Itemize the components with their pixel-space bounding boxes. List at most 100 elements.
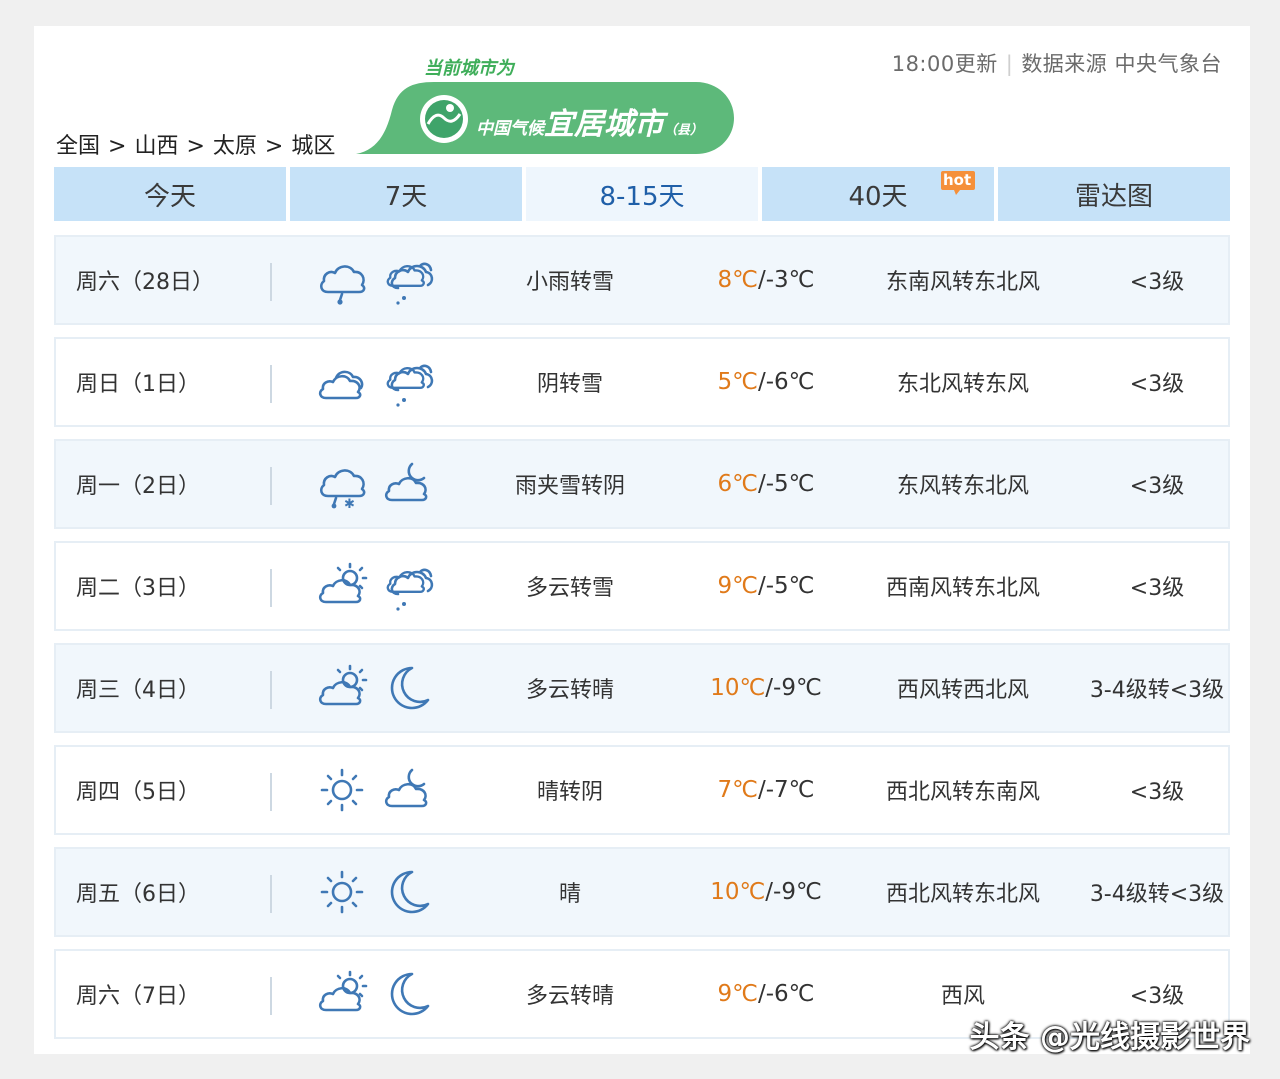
row-divider <box>270 365 272 403</box>
high-temp: 10℃ <box>710 879 766 905</box>
breadcrumb-city[interactable]: 太原 <box>213 134 257 159</box>
high-temp: 7℃ <box>717 777 758 803</box>
low-temp: /-9℃ <box>765 675 822 701</box>
temperature: 6℃/-5℃ <box>676 441 856 527</box>
low-temp: /-5℃ <box>757 573 815 599</box>
overcast-icon <box>318 370 364 400</box>
temperature: 10℃/-9℃ <box>676 645 856 731</box>
row-divider <box>270 773 272 811</box>
tab-8-15-day[interactable]: 8-15天 <box>526 167 758 221</box>
snow-cloud-icon <box>386 364 434 407</box>
low-temp: /-7℃ <box>757 777 815 803</box>
weather-icons <box>316 543 434 629</box>
temperature: 9℃/-6℃ <box>676 951 856 1037</box>
temperature: 10℃/-9℃ <box>676 849 856 935</box>
wind-direction: 西南风转东北风 <box>885 576 1040 601</box>
forecast-row[interactable]: 周日（1日） 阴转雪 5℃/-6℃ 东北风转东风 <3级 <box>54 337 1230 427</box>
rain-cloud-icon <box>319 265 366 305</box>
low-temp: /-6℃ <box>757 981 815 1007</box>
forecast-row[interactable]: 周三（4日） 多云转晴 10℃/-9℃ 西风转西北风 3-4级转<3级 <box>54 643 1230 733</box>
high-temp: 10℃ <box>710 675 766 701</box>
wind-direction: 西风转西北风 <box>896 678 1029 703</box>
forecast-row[interactable]: 周一（2日） ✱ 雨夹雪转阴 6℃/-5℃ 东风转东北风 <3级 <box>54 439 1230 529</box>
wind-direction: 东北风转东风 <box>896 372 1029 397</box>
weather-icons <box>316 237 434 323</box>
weather-icons <box>316 645 434 731</box>
high-temp: 9℃ <box>717 981 758 1007</box>
day-label: 周五（6日） <box>76 882 200 907</box>
weather-description: 多云转晴 <box>525 984 614 1009</box>
low-temp: /-3℃ <box>757 267 815 293</box>
update-info: 18:00更新 | 数据来源 中央气象台 <box>891 52 1222 76</box>
sun-icon <box>320 870 364 914</box>
weather-description: 阴转雪 <box>536 372 603 397</box>
high-temp: 6℃ <box>717 471 758 497</box>
forecast-row[interactable]: 周二（3日） 多云转雪 9℃/-5℃ 西南风转东北风 <3级 <box>54 541 1230 631</box>
high-temp: 8℃ <box>717 267 758 293</box>
weather-description: 多云转晴 <box>525 678 614 703</box>
cloudy-night-icon <box>384 768 428 808</box>
weather-icons <box>316 951 434 1037</box>
forecast-row[interactable]: 周六（28日） 小雨转雪 8℃/-3℃ 东南风转东北风 <3级 <box>54 235 1230 325</box>
update-time: 18:00更新 <box>891 52 998 76</box>
temperature: 5℃/-6℃ <box>676 339 856 425</box>
tab-radar[interactable]: 雷达图 <box>998 167 1230 221</box>
temperature: 8℃/-3℃ <box>676 237 856 323</box>
day-label: 周三（4日） <box>76 678 200 703</box>
forecast-row[interactable]: 周五（6日） 晴 10℃/-9℃ 西北风转东北风 3-4级转<3级 <box>54 847 1230 937</box>
hot-badge-label: hot <box>943 171 972 189</box>
moon-icon <box>390 870 430 914</box>
row-divider <box>270 467 272 505</box>
day-label: 周四（5日） <box>76 780 200 805</box>
svg-text:✱: ✱ <box>344 497 355 510</box>
wind-direction: 东南风转东北风 <box>885 270 1040 295</box>
tab-7-day[interactable]: 7天 <box>290 167 522 221</box>
promo-tag: 当前城市为 <box>424 58 514 79</box>
badge-text: 中国气候宜居城市（县） <box>476 107 704 142</box>
row-divider <box>270 875 272 913</box>
wind-level: <3级 <box>1129 270 1185 295</box>
watermark: 头条 @光线摄影世界 <box>969 1020 1250 1055</box>
row-divider <box>270 671 272 709</box>
weather-description: 小雨转雪 <box>525 270 614 295</box>
row-divider <box>270 569 272 607</box>
day-label: 周六（28日） <box>76 270 214 295</box>
day-label: 周二（3日） <box>76 576 200 601</box>
row-divider <box>270 977 272 1015</box>
day-label: 周一（2日） <box>76 474 200 499</box>
high-temp: 9℃ <box>717 573 758 599</box>
sleet-cloud-icon: ✱ <box>319 469 366 510</box>
breadcrumb-country[interactable]: 全国 <box>56 134 100 159</box>
data-source: 数据来源 中央气象台 <box>1021 52 1222 76</box>
low-temp: /-9℃ <box>765 879 822 905</box>
snow-cloud-icon <box>386 262 434 305</box>
low-temp: /-6℃ <box>757 369 815 395</box>
tab-today[interactable]: 今天 <box>54 167 286 221</box>
weather-icons <box>316 339 434 425</box>
forecast-list: 周六（28日） 小雨转雪 8℃/-3℃ 东南风转东北风 <3级 周日（1日） 阴… <box>54 235 1230 1051</box>
wind-direction: 西北风转东北风 <box>885 882 1040 907</box>
row-divider <box>270 263 272 301</box>
moon-icon <box>390 972 430 1016</box>
low-temp: /-5℃ <box>757 471 815 497</box>
wind-level: <3级 <box>1129 780 1185 805</box>
high-temp: 5℃ <box>717 369 758 395</box>
wind-level: <3级 <box>1129 576 1185 601</box>
day-label: 周日（1日） <box>76 372 200 397</box>
partly-cloudy-icon <box>318 970 368 1012</box>
breadcrumb-district: 城区 <box>291 134 336 159</box>
temperature: 9℃/-5℃ <box>676 543 856 629</box>
day-label: 周六（7日） <box>76 984 200 1009</box>
sun-icon <box>320 768 364 812</box>
weather-description: 雨夹雪转阴 <box>514 474 625 499</box>
wind-level: 3-4级转<3级 <box>1089 678 1225 703</box>
weather-icons: ✱ <box>316 441 434 527</box>
partly-cloudy-icon <box>318 664 368 706</box>
forecast-row[interactable]: 周四（5日） 晴转阴 7℃/-7℃ 西北风转东南风 <3级 <box>54 745 1230 835</box>
weather-icons <box>316 747 434 833</box>
wind-level: <3级 <box>1129 474 1185 499</box>
wind-direction: 东风转东北风 <box>896 474 1029 499</box>
breadcrumb-province[interactable]: 山西 <box>134 134 178 159</box>
moon-icon <box>390 666 430 710</box>
wind-level: <3级 <box>1129 372 1185 397</box>
